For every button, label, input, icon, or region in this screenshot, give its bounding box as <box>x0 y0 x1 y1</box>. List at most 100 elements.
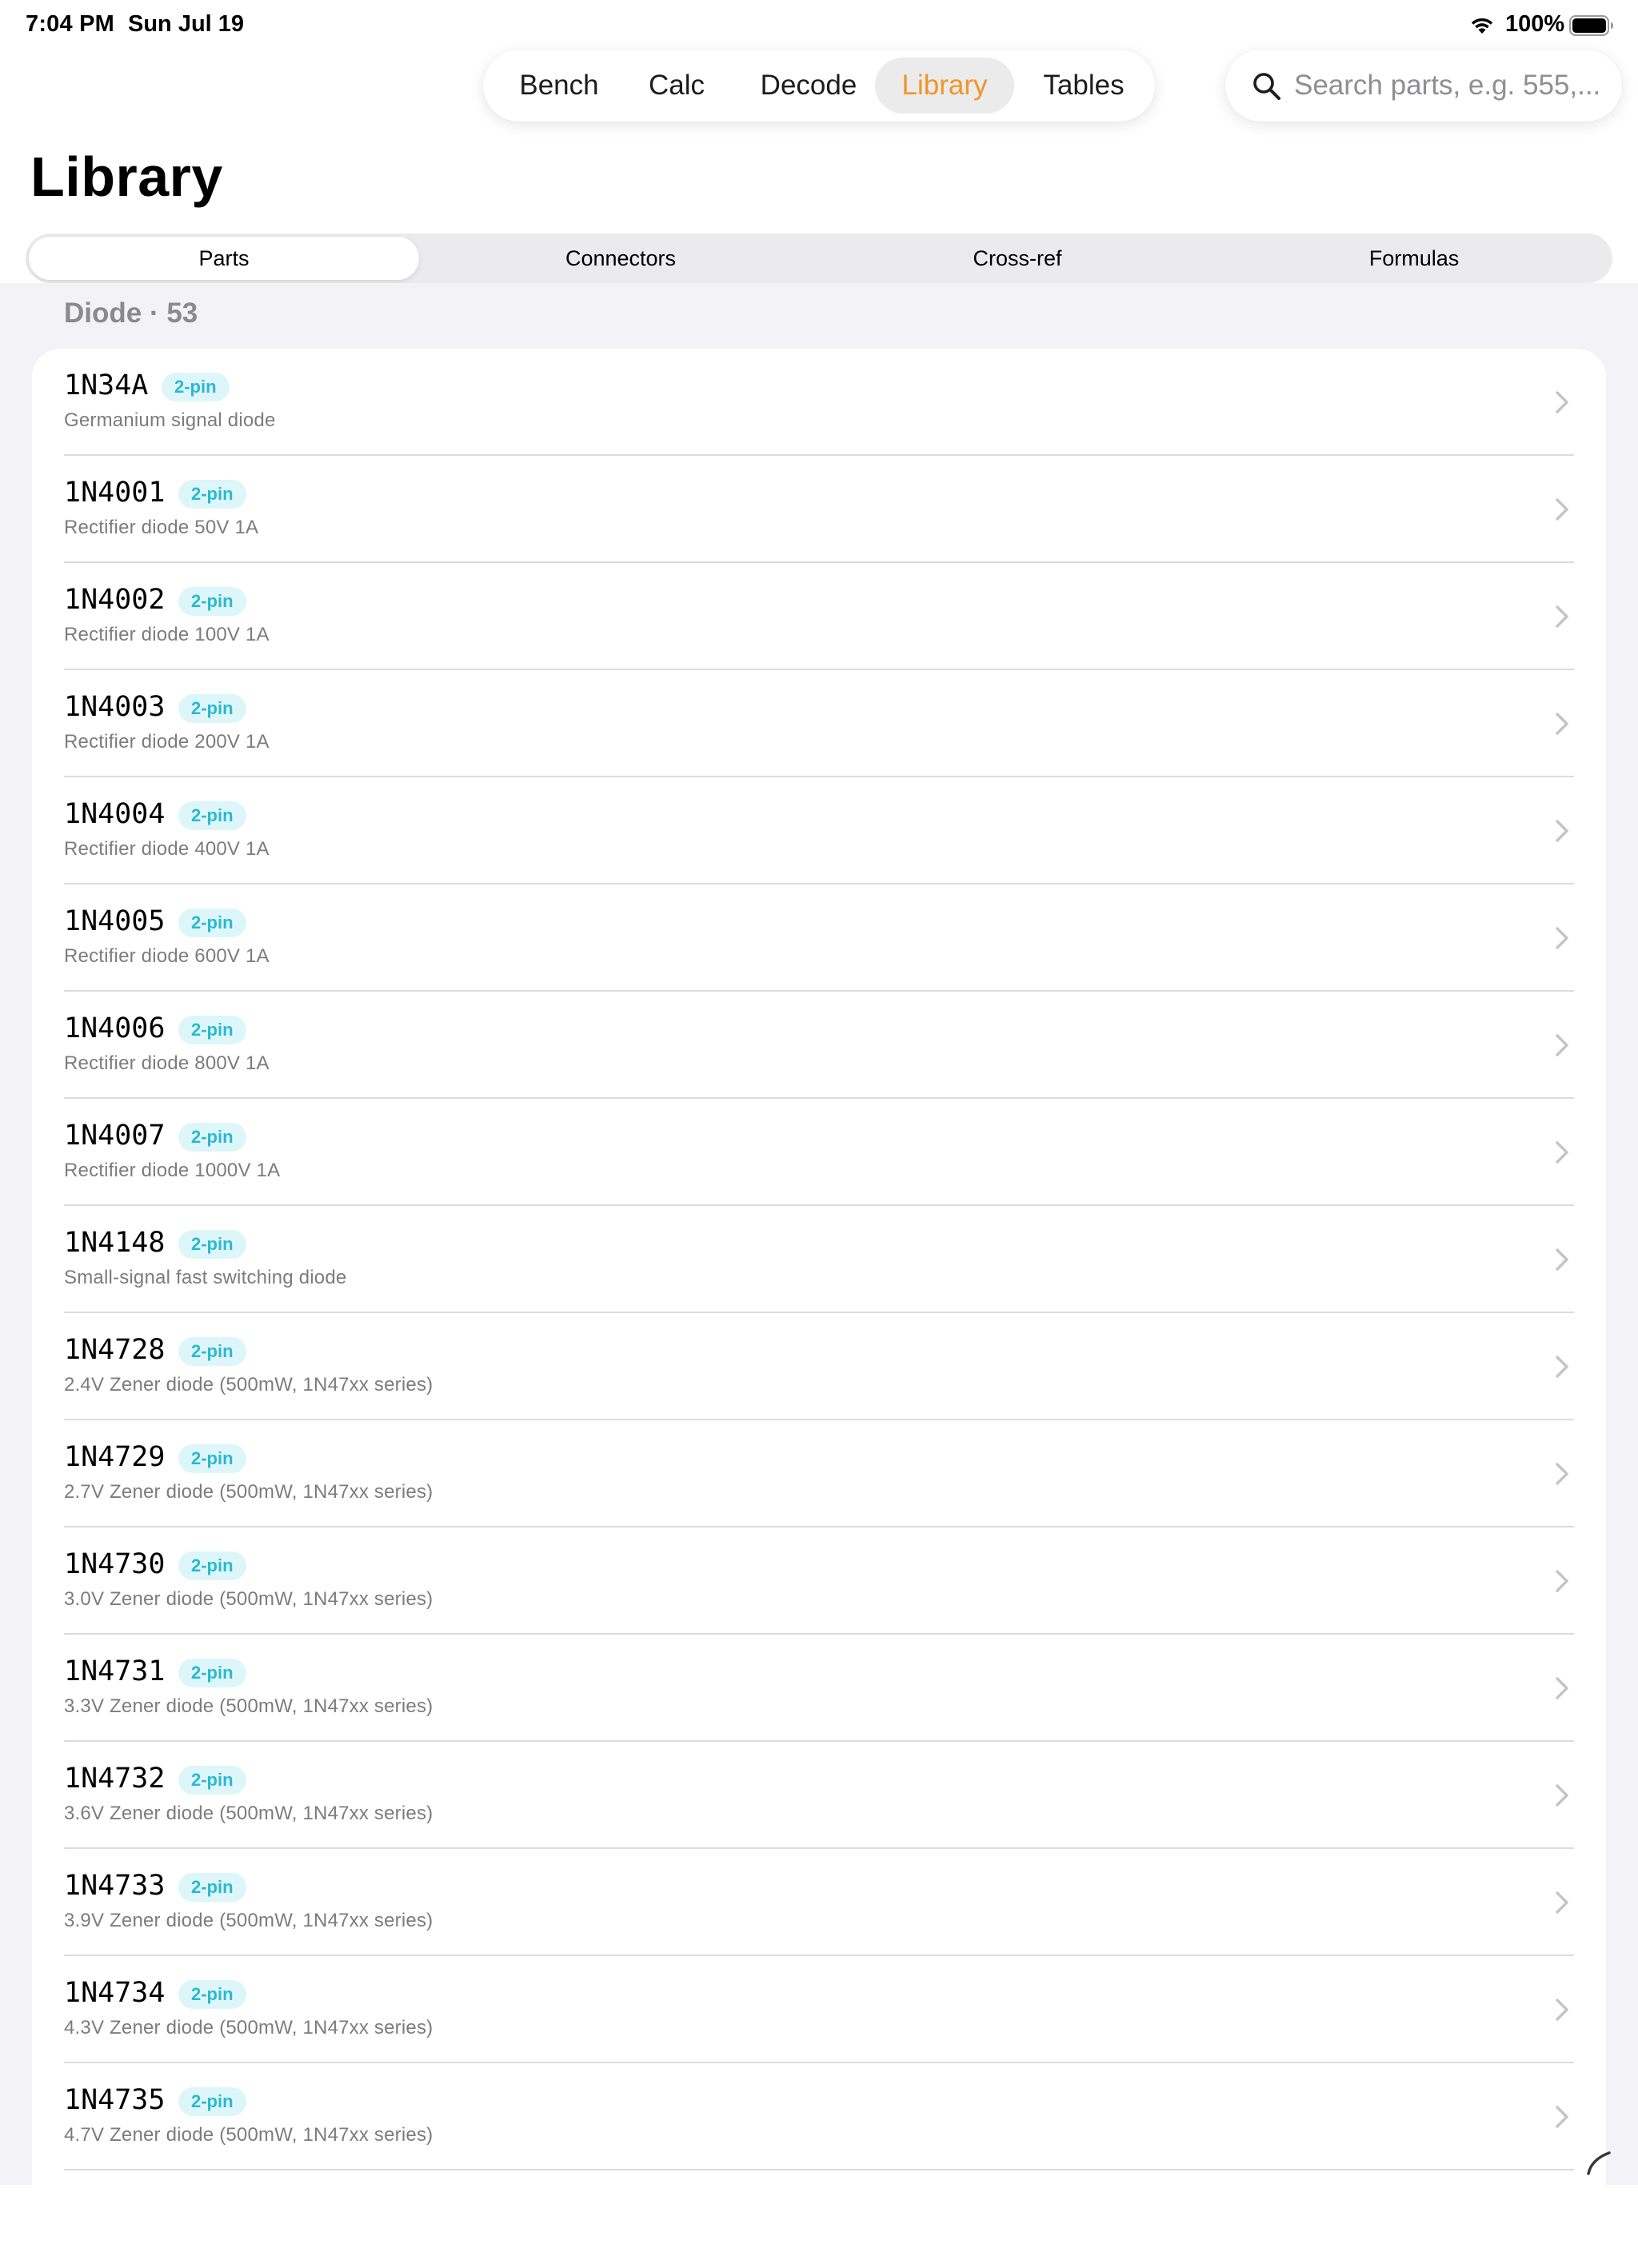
chevron-right-icon <box>1556 1891 1568 1914</box>
chevron-right-icon <box>1556 1998 1568 2021</box>
part-row[interactable]: 1N4735 2-pin 4.7V Zener diode (500mW, 1N47… <box>32 2063 1606 2170</box>
segment-cross-ref[interactable]: Cross-ref <box>822 237 1213 280</box>
part-row[interactable]: 1N4003 2-pin Rectifier diode 200V 1A <box>32 670 1606 777</box>
part-name: 1N4729 <box>64 1441 166 1473</box>
chevron-right-icon <box>1556 605 1568 628</box>
segment-connectors[interactable]: Connectors <box>425 237 816 280</box>
part-name: 1N4148 <box>64 1227 166 1259</box>
part-description: Small-signal fast switching diode <box>64 1267 347 1288</box>
pin-count-badge: 2-pin <box>178 480 246 509</box>
pin-count-badge: 2-pin <box>178 801 246 830</box>
pin-count-badge: 2-pin <box>178 1766 246 1795</box>
part-description: Rectifier diode 600V 1A <box>64 945 270 967</box>
part-row[interactable]: 1N4734 2-pin 4.3V Zener diode (500mW, 1N47… <box>32 1956 1606 2063</box>
parts-list: 1N34A 2-pin Germanium signal diode 1N4001 2-… <box>32 349 1606 2268</box>
pin-count-badge: 2-pin <box>178 1659 246 1687</box>
search-input[interactable] <box>1294 64 1609 107</box>
pin-count-badge: 2-pin <box>178 1337 246 1366</box>
search-icon <box>1253 73 1280 100</box>
part-row[interactable]: 1N4001 2-pin Rectifier diode 50V 1A <box>32 456 1606 563</box>
tab-tables[interactable]: Tables <box>1024 58 1144 114</box>
chevron-right-icon <box>1556 1141 1568 1164</box>
part-row[interactable]: 1N4002 2-pin Rectifier diode 100V 1A <box>32 563 1606 670</box>
pin-count-badge: 2-pin <box>178 2087 246 2116</box>
part-name: 1N4003 <box>64 691 166 723</box>
chevron-right-icon <box>1556 1784 1568 1807</box>
part-row[interactable]: 1N4729 2-pin 2.7V Zener diode (500mW, 1N47… <box>32 1420 1606 1527</box>
chevron-right-icon <box>1556 820 1568 842</box>
part-description: 2.4V Zener diode (500mW, 1N47xx series) <box>64 1374 433 1396</box>
status-bar: 7:04 PM Sun Jul 19 100% <box>0 0 1638 51</box>
part-row[interactable]: 1N4148 2-pin Small-signal fast switching d… <box>32 1206 1606 1313</box>
pin-count-badge: 2-pin <box>178 1444 246 1473</box>
part-row[interactable]: 1N4006 2-pin Rectifier diode 800V 1A <box>32 992 1606 1099</box>
segment-parts[interactable]: Parts <box>29 237 419 280</box>
part-row[interactable]: 1N4004 2-pin Rectifier diode 400V 1A <box>32 777 1606 884</box>
scroll-corner-icon <box>1587 2151 1611 2175</box>
part-row[interactable]: 1N4007 2-pin Rectifier diode 1000V 1A <box>32 1099 1606 1206</box>
battery-icon <box>1569 15 1613 36</box>
chevron-right-icon <box>1556 927 1568 949</box>
part-name: 1N4007 <box>64 1120 166 1152</box>
chevron-right-icon <box>1556 1570 1568 1592</box>
part-description: Rectifier diode 800V 1A <box>64 1052 270 1074</box>
library-segmented-control: Parts Connectors Cross-ref Formulas <box>26 234 1612 283</box>
chevron-right-icon <box>1556 391 1568 413</box>
part-description: 2.7V Zener diode (500mW, 1N47xx series) <box>64 1481 433 1503</box>
pin-count-badge: 2-pin <box>178 1551 246 1580</box>
part-row[interactable]: 1N4733 2-pin 3.9V Zener diode (500mW, 1N47… <box>32 1849 1606 1956</box>
chevron-right-icon <box>1556 1034 1568 1056</box>
chevron-right-icon <box>1556 713 1568 735</box>
part-row[interactable]: 1N4005 2-pin Rectifier diode 600V 1A <box>32 884 1606 992</box>
pin-count-badge: 2-pin <box>178 1980 246 2009</box>
segment-formulas[interactable]: Formulas <box>1219 237 1609 280</box>
main-tab-bar: Bench Calc Decode Library Tables <box>483 50 1155 122</box>
pin-count-badge: 2-pin <box>178 1016 246 1044</box>
part-name: 1N4006 <box>64 1012 166 1044</box>
pin-count-badge: 2-pin <box>178 587 246 616</box>
part-description: Rectifier diode 200V 1A <box>64 731 270 753</box>
wifi-icon <box>1471 18 1493 34</box>
tab-library[interactable]: Library <box>875 58 1014 114</box>
tab-decode[interactable]: Decode <box>737 58 880 114</box>
part-name: 1N4735 <box>64 2084 166 2116</box>
search-bar[interactable] <box>1225 50 1622 122</box>
part-name: 1N4728 <box>64 1334 166 1366</box>
pin-count-badge: 2-pin <box>178 1873 246 1902</box>
part-row[interactable]: 1N4732 2-pin 3.6V Zener diode (500mW, 1N47… <box>32 1742 1606 1849</box>
part-name: 1N4732 <box>64 1763 166 1795</box>
battery-percent: 100% <box>1505 11 1565 37</box>
part-row[interactable]: 1N34A 2-pin Germanium signal diode <box>32 349 1606 456</box>
part-description: 3.3V Zener diode (500mW, 1N47xx series) <box>64 1695 433 1717</box>
part-row[interactable]: 1N4728 2-pin 2.4V Zener diode (500mW, 1N47… <box>32 1313 1606 1420</box>
part-description: Rectifier diode 400V 1A <box>64 838 270 860</box>
part-name: 1N4002 <box>64 584 166 616</box>
part-name: 1N4001 <box>64 477 166 509</box>
part-name: 1N4004 <box>64 798 166 830</box>
part-description: 3.0V Zener diode (500mW, 1N47xx series) <box>64 1588 433 1610</box>
part-name: 1N4005 <box>64 905 166 937</box>
part-description: 4.7V Zener diode (500mW, 1N47xx series) <box>64 2124 433 2146</box>
chevron-right-icon <box>1556 1677 1568 1699</box>
part-name: 1N4730 <box>64 1548 166 1580</box>
pin-count-badge: 2-pin <box>162 373 230 401</box>
chevron-right-icon <box>1556 498 1568 521</box>
part-name: 1N4731 <box>64 1655 166 1687</box>
pin-count-badge: 2-pin <box>178 1230 246 1259</box>
parts-list-area[interactable]: Diode · 53 1N34A 2-pin Germanium signal di… <box>0 283 1638 2268</box>
pin-count-badge: 2-pin <box>178 1123 246 1152</box>
part-row[interactable]: 1N4731 2-pin 3.3V Zener diode (500mW, 1N47… <box>32 1635 1606 1742</box>
part-description: Rectifier diode 100V 1A <box>64 624 270 645</box>
status-time: 7:04 PM <box>26 11 114 37</box>
part-name: 1N4733 <box>64 1870 166 1902</box>
part-description: Rectifier diode 50V 1A <box>64 517 259 538</box>
tab-calc[interactable]: Calc <box>624 58 729 114</box>
tab-bench[interactable]: Bench <box>502 58 616 114</box>
part-description: Rectifier diode 1000V 1A <box>64 1160 281 1181</box>
part-description: Germanium signal diode <box>64 409 276 431</box>
part-description: 3.9V Zener diode (500mW, 1N47xx series) <box>64 1910 433 1931</box>
pin-count-badge: 2-pin <box>178 694 246 723</box>
chevron-right-icon <box>1556 1248 1568 1271</box>
part-row[interactable]: 1N4730 2-pin 3.0V Zener diode (500mW, 1N47… <box>32 1527 1606 1635</box>
status-date: Sun Jul 19 <box>128 11 245 37</box>
